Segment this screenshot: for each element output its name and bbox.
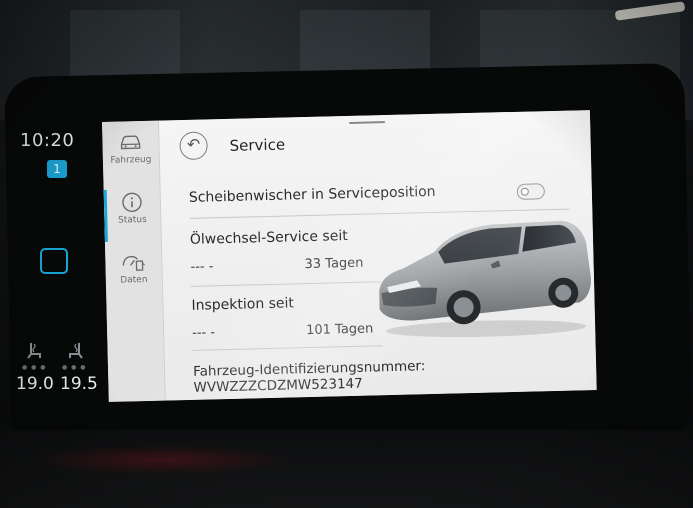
photo-scene: 10:20 1 ● ● ● ● ● ● 19.0 19.5 Fahrzeug S… xyxy=(0,0,693,508)
drag-handle[interactable] xyxy=(349,121,386,124)
sidebar-item-label: Status xyxy=(117,214,147,226)
inspection-label: Inspektion seit xyxy=(191,295,295,314)
vin-label: Fahrzeug-Identifizierungsnummer: WVWZZZC… xyxy=(192,358,426,396)
vehicle-illustration xyxy=(379,220,591,338)
clock: 10:20 xyxy=(20,130,75,151)
oil-service-label: Ölwechsel-Service seit xyxy=(189,228,348,248)
profile-badge[interactable]: 1 xyxy=(47,160,67,178)
sidebar-item-label: Fahrzeug xyxy=(110,154,152,166)
divider xyxy=(192,345,383,351)
infotainment-screen: Fahrzeug Status Daten ↶ Service Scheiben… xyxy=(102,110,597,402)
inspection-days: 101 Tagen xyxy=(305,321,374,339)
service-page: ↶ Service Scheibenwischer in Serviceposi… xyxy=(158,110,597,401)
sidebar: Fahrzeug Status Daten xyxy=(102,120,166,402)
page-title: Service xyxy=(229,135,286,155)
inspection-distance: --- - xyxy=(192,325,216,341)
home-square-button[interactable] xyxy=(40,248,68,274)
oil-service-days: 33 Tagen xyxy=(304,255,364,273)
sidebar-item-status[interactable]: Status xyxy=(104,185,161,246)
seat-heater-left-icon[interactable] xyxy=(24,340,46,362)
back-button[interactable]: ↶ xyxy=(179,131,208,161)
fuel-gauge-icon xyxy=(120,251,147,274)
car-icon xyxy=(117,131,144,154)
seat-level-dots-left: ● ● ● xyxy=(22,364,47,371)
oil-service-distance: --- - xyxy=(190,259,214,275)
wiper-service-label: Scheibenwischer in Serviceposition xyxy=(188,183,436,206)
wiper-service-toggle[interactable] xyxy=(516,183,546,200)
seat-heater-right-icon[interactable] xyxy=(64,340,86,362)
temperature-right[interactable]: 19.5 xyxy=(60,374,98,394)
ambient-glow xyxy=(30,445,290,475)
seat-level-dots-right: ● ● ● xyxy=(62,364,87,371)
divider xyxy=(191,281,381,287)
back-arrow-icon: ↶ xyxy=(186,134,201,154)
sidebar-item-daten[interactable]: Daten xyxy=(105,245,162,306)
sidebar-item-fahrzeug[interactable]: Fahrzeug xyxy=(102,125,159,186)
info-icon xyxy=(119,191,146,214)
sidebar-item-label: Daten xyxy=(120,274,148,286)
temperature-left[interactable]: 19.0 xyxy=(16,374,54,394)
